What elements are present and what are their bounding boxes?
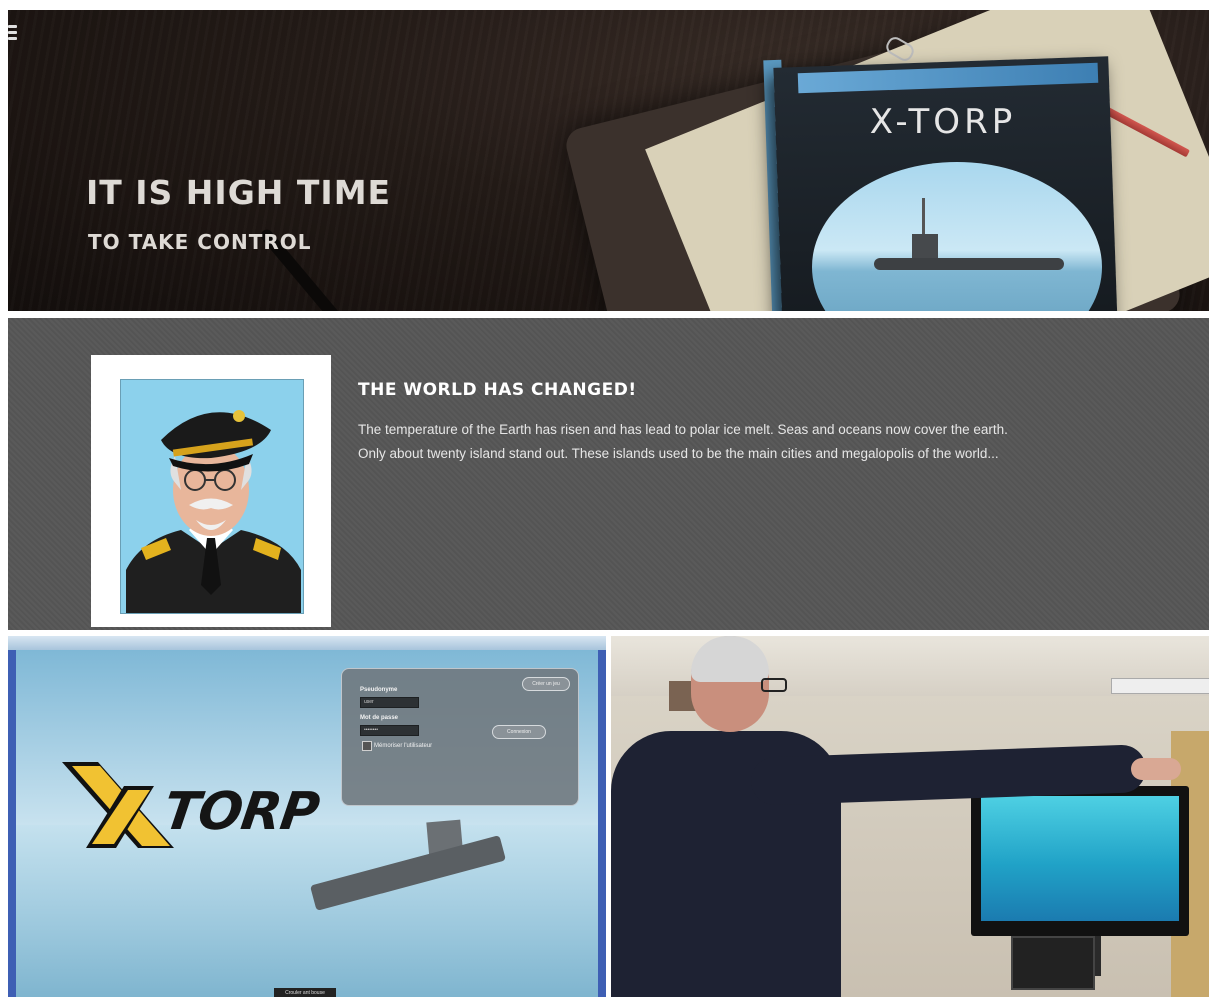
sub-tower [912, 234, 938, 260]
username-input[interactable]: user [360, 697, 419, 708]
glasses-icon [761, 678, 787, 692]
remember-label: Mémoriser l'utilisateur [374, 743, 433, 749]
remember-checkbox[interactable] [362, 741, 372, 751]
window-border-left [8, 650, 16, 997]
story-heading: THE WORLD HAS CHANGED! [358, 380, 637, 400]
menu-icon[interactable] [8, 22, 18, 50]
username-label: Pseudonyme [360, 687, 398, 693]
create-game-button[interactable]: Créer un jeu [522, 677, 570, 691]
connect-button[interactable]: Connexion [492, 725, 546, 739]
player-hand [1131, 758, 1181, 780]
submarine [874, 258, 1064, 270]
password-input[interactable]: •••••••• [360, 725, 419, 736]
hero-banner: X-TORP IT IS HIGH TIME TO TAKE CONTROL [8, 10, 1209, 311]
game-logo-text: TORP [159, 782, 323, 842]
captain-portrait [120, 379, 304, 614]
story-line-2: Only about twenty island stand out. Thes… [358, 446, 999, 461]
player-photo [611, 636, 1209, 997]
captain-illustration [126, 410, 301, 613]
bottom-button[interactable]: Crouler ant bouse [274, 988, 336, 997]
login-panel: Créer un jeu Pseudonyme user Mot de pass… [341, 668, 579, 806]
laptop [1011, 936, 1095, 990]
password-label: Mot de passe [360, 715, 399, 721]
ceiling-light [1111, 678, 1209, 694]
sub-mast [922, 198, 925, 238]
story-line-1: The temperature of the Earth has risen a… [358, 422, 1008, 437]
book-title: X-TORP [869, 102, 1017, 142]
story-section: THE WORLD HAS CHANGED! The temperature o… [8, 318, 1209, 630]
game-login-screenshot: TORP Créer un jeu Pseudonyme user Mot de… [8, 636, 606, 997]
story-paragraph: The temperature of the Earth has risen a… [358, 418, 1158, 466]
window-titlebar [8, 636, 606, 650]
hero-title: IT IS HIGH TIME [86, 173, 392, 212]
tv-game-screen [981, 796, 1179, 921]
window-border-right [598, 650, 606, 997]
captain-portrait-frame [91, 355, 331, 627]
hero-subtitle: TO TAKE CONTROL [88, 230, 312, 254]
